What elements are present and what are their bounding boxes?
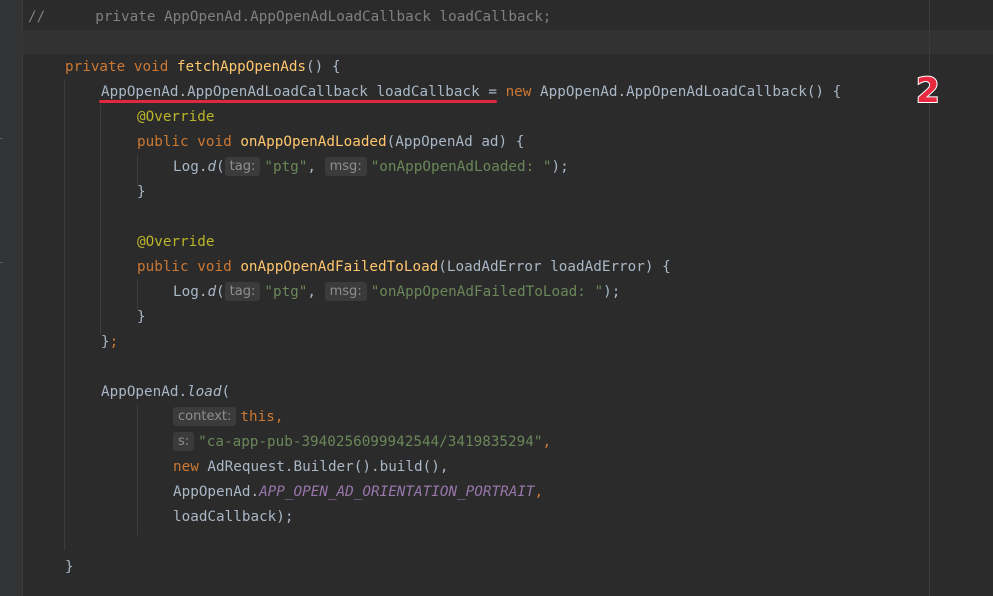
comma: , (534, 484, 544, 500)
code-text: Log. (173, 284, 208, 300)
gutter-mark (0, 138, 3, 139)
code-text: AdRequest.Builder().build(), (198, 459, 449, 475)
code-text: } (137, 309, 146, 325)
code-line-close-method[interactable]: } (65, 555, 74, 580)
comment-marker: // (28, 9, 46, 25)
code-text: loadCallback); (173, 509, 294, 525)
code-line-commented[interactable]: // private AppOpenAd.AppOpenAdLoadCallbac… (28, 5, 551, 30)
code-text: ( (216, 284, 225, 300)
keyword-void: void (197, 134, 232, 150)
parameter-hint: context: (173, 407, 237, 426)
parameter-hint: msg: (324, 282, 367, 301)
method-name: d (207, 284, 217, 300)
method-name: load (187, 384, 222, 400)
method-name: onAppOpenAdFailedToLoad (240, 259, 439, 275)
annotation-override: @Override (137, 234, 215, 250)
gutter-mark (0, 262, 3, 263)
constant: APP_OPEN_AD_ORIENTATION_PORTRAIT (259, 484, 535, 500)
comma: , (274, 409, 284, 425)
semicolon: ; (109, 334, 119, 350)
code-text: () { (306, 59, 341, 75)
keyword-void: void (133, 59, 169, 75)
code-text: } (137, 184, 146, 200)
parameter-hint: msg: (324, 157, 367, 176)
code-line-close-callback[interactable]: }; (101, 330, 118, 355)
commented-code: private AppOpenAd.AppOpenAdLoadCallback … (95, 9, 552, 25)
keyword-new: new (505, 84, 532, 100)
code-line-arg-request[interactable]: new AdRequest.Builder().build(), (173, 455, 448, 480)
code-text: AppOpenAd.AppOpenAdLoadCallback() { (531, 84, 842, 100)
keyword-this: this (240, 409, 275, 425)
callback-declaration: AppOpenAd.AppOpenAdLoadCallback loadCall… (101, 84, 480, 100)
keyword-public: public (137, 259, 189, 275)
comma: , (542, 434, 552, 450)
string-literal: "ca-app-pub-3940256099942544/3419835294" (198, 434, 543, 450)
code-line-load-call[interactable]: AppOpenAd.load( (101, 380, 230, 405)
string-literal: "ptg" (264, 284, 308, 300)
code-text: = (479, 84, 506, 100)
keyword-void: void (197, 259, 232, 275)
code-line-override[interactable]: @Override (137, 230, 214, 255)
code-line-on-loaded[interactable]: public void onAppOpenAdLoaded(AppOpenAd … (137, 130, 524, 155)
keyword-public: public (137, 134, 189, 150)
code-text: } (65, 559, 74, 575)
code-text: ); (551, 159, 569, 175)
code-text: (AppOpenAd ad) { (386, 134, 525, 150)
method-name: onAppOpenAdLoaded (240, 134, 387, 150)
step-number-marker: 2 (915, 70, 941, 112)
editor-gutter[interactable] (0, 0, 23, 596)
keyword-new: new (173, 459, 199, 475)
code-line-arg-orientation[interactable]: AppOpenAd.APP_OPEN_AD_ORIENTATION_PORTRA… (173, 480, 543, 505)
parameter-hint: s: (173, 432, 195, 451)
highlight-underline (99, 100, 497, 103)
string-literal: "onAppOpenAdLoaded: " (370, 159, 552, 175)
parameter-hint: tag: (224, 282, 261, 301)
code-line-arg-ad-unit[interactable]: s: "ca-app-pub-3940256099942544/341983529… (173, 430, 551, 455)
code-line-arg-callback[interactable]: loadCallback); (173, 505, 294, 530)
string-literal: "onAppOpenAdFailedToLoad: " (370, 284, 604, 300)
code-editor[interactable]: // private AppOpenAd.AppOpenAdLoadCallbac… (22, 0, 993, 596)
code-line-close-brace[interactable]: } (137, 305, 146, 330)
code-text: ); (603, 284, 621, 300)
code-text: AppOpenAd. (101, 384, 188, 400)
code-line-log-failed[interactable]: Log.d(tag: "ptg", msg: "onAppOpenAdFailedT… (173, 280, 620, 305)
code-text: } (101, 334, 110, 350)
code-line-close-brace[interactable]: } (137, 180, 146, 205)
code-line-method-signature[interactable]: private void fetchAppOpenAds() { (65, 55, 340, 80)
code-line-on-failed[interactable]: public void onAppOpenAdFailedToLoad(Load… (137, 255, 671, 280)
code-text: , (307, 159, 325, 175)
parameter-hint: tag: (224, 157, 261, 176)
annotation-override: @Override (137, 109, 215, 125)
string-literal: "ptg" (264, 159, 308, 175)
code-text: ( (221, 384, 231, 400)
code-line-log-loaded[interactable]: Log.d(tag: "ptg", msg: "onAppOpenAdLoaded:… (173, 155, 569, 180)
code-text: Log. (173, 159, 208, 175)
code-text: , (307, 284, 325, 300)
method-name: fetchAppOpenAds (176, 59, 307, 75)
code-line-arg-context[interactable]: context: this, (173, 405, 283, 430)
code-text: ( (216, 159, 225, 175)
code-line-override[interactable]: @Override (137, 105, 214, 130)
code-text: AppOpenAd. (173, 484, 260, 500)
code-text: (LoadAdError loadAdError) { (438, 259, 671, 275)
method-name: d (207, 159, 217, 175)
keyword-private: private (65, 59, 126, 75)
